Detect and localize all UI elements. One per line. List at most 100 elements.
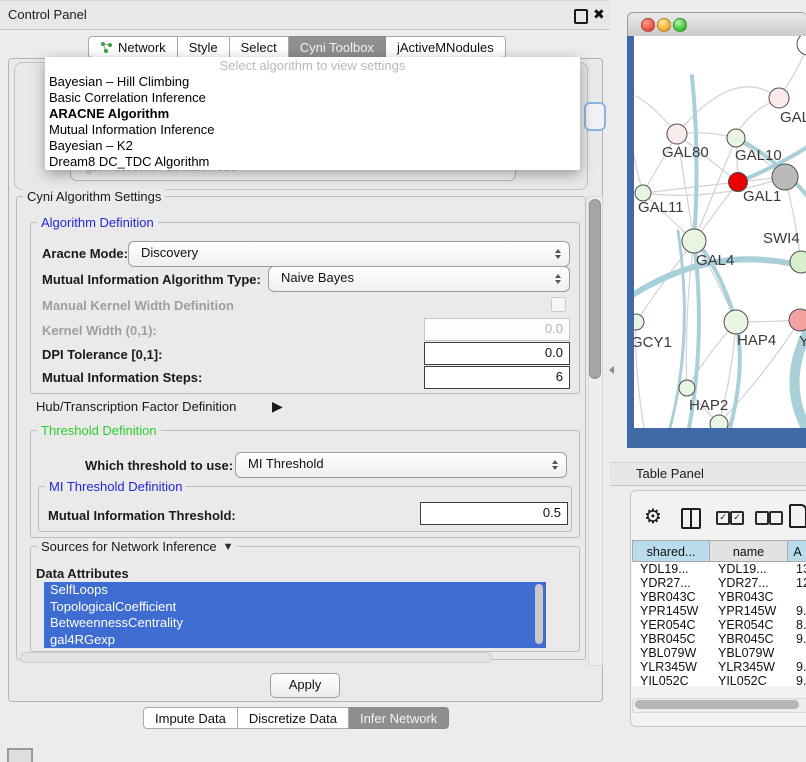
table-cell[interactable]: 13 [788,562,806,576]
mi-steps-field[interactable]: 6 [424,366,570,389]
expand-right-icon[interactable]: ▶ [272,398,283,415]
vertical-scrollbar-thumb[interactable] [589,199,601,379]
table-cell[interactable]: YBR045C [632,632,710,646]
tab-network[interactable]: Network [88,36,178,58]
node-gcy1[interactable] [634,314,644,330]
table-cell[interactable] [788,590,806,604]
table-cell[interactable]: YPR145W [632,604,710,618]
table-cell[interactable]: YBR043C [632,590,710,604]
column-header-name[interactable]: name [710,540,788,562]
table-cell[interactable]: YDR27... [632,576,710,590]
node[interactable] [797,36,806,55]
table-cell[interactable]: YBL079W [632,646,710,660]
node-salmon[interactable] [789,309,806,331]
table-cell[interactable]: YBR045C [710,632,788,646]
column-header-shared-name[interactable]: shared... [632,540,710,562]
split-columns-icon[interactable] [681,508,701,529]
table-cell[interactable]: 12 [788,576,806,590]
page-icon[interactable] [789,504,806,528]
tab-cyni-toolbox[interactable]: Cyni Toolbox [289,36,386,58]
table-cell[interactable]: YIL052C [632,674,710,686]
network-window-titlebar[interactable] [627,12,806,38]
list-scrollbar-thumb[interactable] [535,584,543,644]
apply-button[interactable]: Apply [270,673,340,698]
mi-type-combo[interactable]: Naive Bayes [268,266,570,292]
dropdown-item[interactable]: Mutual Information Inference [45,122,580,138]
table-cell[interactable]: YBR043C [710,590,788,604]
kernel-width-label: Kernel Width (0,1): [42,323,157,338]
table-cell[interactable]: 9. [788,604,806,618]
close-traffic-light-icon[interactable] [641,18,655,32]
table-cell[interactable]: 9. [788,674,806,686]
mi-threshold-field[interactable]: 0.5 [420,502,568,525]
node-gal10[interactable] [727,129,745,147]
node-hap2[interactable] [679,380,695,396]
table-cell[interactable]: YBL079W [710,646,788,660]
list-item[interactable]: SelfLoops [44,582,546,599]
checked-checkbox-icon[interactable]: ✓ [716,511,730,525]
table-hscrollbar-thumb[interactable] [635,700,799,709]
data-attributes-list[interactable]: SelfLoops TopologicalCoefficient Between… [44,582,546,648]
algorithm-combo-spinner[interactable] [584,102,606,131]
node[interactable] [710,415,728,428]
table-cell[interactable]: YIL052C [710,674,788,686]
table-cell[interactable]: YDR27... [710,576,788,590]
node-gray[interactable] [772,164,798,190]
column-header-label: name [733,545,764,559]
node-gal4[interactable] [682,229,706,253]
gear-icon[interactable]: ⚙ [644,504,662,529]
node-label: GAL4 [696,252,734,269]
checked-checkbox-icon[interactable]: ✓ [730,511,744,525]
table-cell[interactable]: 8. [788,618,806,632]
table-cell[interactable] [788,646,806,660]
tab-select[interactable]: Select [230,36,289,58]
node-gal[interactable] [769,88,789,108]
close-icon[interactable]: ✖ [593,6,605,23]
dropdown-item[interactable]: Bayesian – Hill Climbing [45,74,580,90]
aracne-mode-combo[interactable]: Discovery [128,241,570,267]
dpi-tolerance-field[interactable]: 0.0 [424,342,570,365]
tab-impute-data[interactable]: Impute Data [143,707,238,729]
minimized-panel-icon[interactable] [7,748,33,762]
node-hap4[interactable] [724,310,748,334]
manual-kernel-label: Manual Kernel Width Definition [42,298,234,313]
collapse-down-icon[interactable]: ▼ [223,541,234,553]
kernel-width-field[interactable]: 0.0 [424,318,570,341]
node-swi4[interactable] [790,251,806,273]
tab-style[interactable]: Style [178,36,230,58]
table-cell[interactable]: YER054C [632,618,710,632]
control-panel-title: Control Panel [8,7,87,22]
table-cell[interactable]: YER054C [710,618,788,632]
unchecked-checkbox-icon[interactable] [755,511,769,525]
table-cell[interactable]: 9. [788,660,806,674]
unchecked-checkbox-icon[interactable] [769,511,783,525]
minimize-traffic-light-icon[interactable] [657,18,671,32]
table-cell[interactable]: YPR145W [710,604,788,618]
node-gal80[interactable] [667,124,687,144]
table-cell[interactable]: YDL19... [710,562,788,576]
column-header-partial[interactable]: A [788,540,806,562]
mi-threshold-label: Mutual Information Threshold: [48,508,236,523]
manual-kernel-checkbox[interactable] [551,297,566,312]
list-item[interactable]: gal4RGexp [44,632,546,649]
tab-discretize-data[interactable]: Discretize Data [238,707,349,729]
table-cell[interactable]: 9. [788,632,806,646]
dropdown-item[interactable]: Basic Correlation Inference [45,90,580,106]
table-cell[interactable]: YLR345W [710,660,788,674]
dropdown-item[interactable]: Dream8 DC_TDC Algorithm [45,154,580,170]
tab-infer-network[interactable]: Infer Network [349,707,449,729]
split-pane-handle-icon[interactable] [609,366,614,374]
dropdown-item-selected[interactable]: ARACNE Algorithm [45,106,580,122]
list-item[interactable]: TopologicalCoefficient [44,599,546,616]
float-icon[interactable] [574,9,588,24]
which-threshold-combo[interactable]: MI Threshold [235,452,567,478]
tab-jactivemnodules[interactable]: jActiveMNodules [386,36,506,58]
node-label: GAL80 [662,144,709,161]
table-cell[interactable]: YDL19... [632,562,710,576]
list-item[interactable]: BetweennessCentrality [44,615,546,632]
horizontal-scrollbar-track[interactable] [20,652,492,663]
dropdown-item[interactable]: Bayesian – K2 [45,138,580,154]
table-cell[interactable]: YLR345W [632,660,710,674]
maximize-traffic-light-icon[interactable] [673,18,687,32]
network-canvas[interactable]: GAL GAL80 GAL10 GAL1 GAL11 GAL4 SWI4 GCY… [634,36,806,428]
